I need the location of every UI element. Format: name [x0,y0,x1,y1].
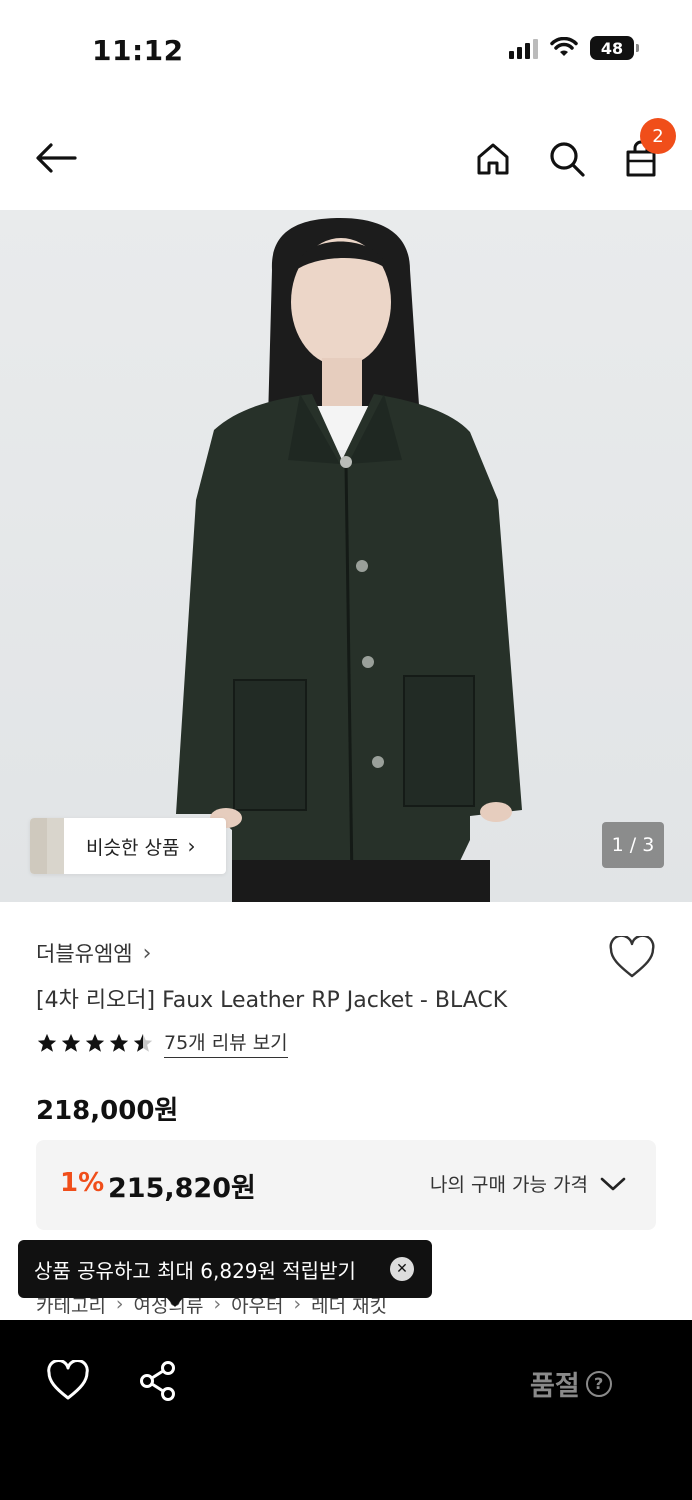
brand-link[interactable]: 더블유엠엠 › [36,938,151,968]
search-icon [550,142,585,177]
home-button[interactable] [468,134,518,184]
toast-pointer [166,1297,184,1307]
product-name: [4차 리오더] Faux Leather RP Jacket - BLACK [36,988,508,1013]
back-arrow-icon [36,143,77,173]
product-price: 218,000원 [36,1096,179,1126]
chevron-down-icon [600,1177,626,1190]
product-photo [176,218,522,902]
my-price-dropdown[interactable]: 나의 구매 가능 가격 [430,1170,626,1197]
rating-row: 75개 리뷰 보기 [36,1028,288,1058]
discount-price-box: 1% 215,820원 나의 구매 가능 가격 [36,1140,656,1230]
product-image-gallery[interactable]: 비슷한 상품 › 1 / 3 [0,210,692,902]
close-icon[interactable]: ✕ [390,1257,414,1281]
star-icon [109,1033,129,1052]
bottom-action-bar: 품절 ? [0,1320,692,1500]
share-button[interactable] [138,1360,178,1402]
status-icons: 48 [509,36,639,60]
top-nav: 2 [0,110,692,206]
star-icon [85,1033,105,1052]
toast-message: 상품 공유하고 최대 6,829원 적립받기 [34,1258,356,1283]
share-reward-toast: 상품 공유하고 최대 6,829원 적립받기 ✕ [18,1240,432,1307]
star-half-icon [133,1033,153,1052]
sold-out-label: 품절 [530,1371,580,1402]
help-icon[interactable]: ? [585,1370,612,1397]
star-icon [37,1033,57,1052]
reviews-link[interactable]: 75개 리뷰 보기 [164,1028,288,1058]
wifi-icon [550,37,578,56]
similar-products-label: 비슷한 상품 [86,836,180,859]
battery-icon: 48 [590,36,639,60]
star-icon [61,1033,81,1052]
chevron-right-icon: › [187,834,196,858]
home-icon [477,143,509,175]
search-button[interactable] [542,134,592,184]
status-time: 11:12 [92,34,184,67]
wishlist-bottom-button[interactable] [46,1358,90,1402]
chevron-right-icon: › [142,940,152,966]
brand-name: 더블유엠엠 [36,942,133,966]
discount-percent: 1% [60,1168,105,1198]
signal-icon [509,37,538,59]
heart-outline-icon [609,934,655,978]
sold-out-status: 품절 ? [530,1364,612,1403]
share-icon [140,1361,175,1401]
back-button[interactable] [28,134,84,182]
heart-outline-icon [47,1358,89,1400]
image-counter: 1 / 3 [602,822,664,868]
wishlist-button[interactable] [608,934,656,980]
cart-count-badge: 2 [640,118,676,154]
similar-products-thumbnail [30,818,64,874]
discount-price: 215,820원 [108,1173,256,1204]
rating-stars [36,1032,154,1054]
my-price-label: 나의 구매 가능 가격 [430,1174,588,1196]
status-bar: 11:12 48 [0,0,692,100]
similar-products-button[interactable]: 비슷한 상품 › [30,818,226,874]
